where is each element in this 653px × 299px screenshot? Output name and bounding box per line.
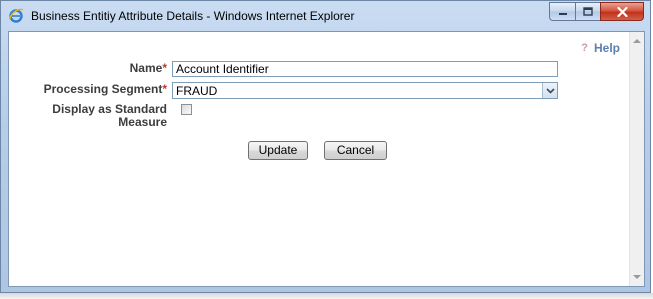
required-marker: *	[162, 82, 167, 96]
scroll-down-icon[interactable]	[633, 275, 641, 279]
name-input[interactable]	[172, 61, 558, 77]
measure-label-line2: Measure	[118, 115, 167, 129]
internet-explorer-icon	[8, 8, 24, 23]
caption-buttons	[549, 2, 644, 22]
processing-segment-label-text: Processing Segment	[43, 82, 163, 96]
dropdown-button[interactable]	[542, 83, 557, 98]
scroll-up-icon[interactable]	[633, 39, 641, 43]
minimize-button[interactable]	[549, 2, 575, 21]
maximize-button[interactable]	[575, 2, 600, 21]
required-marker: *	[162, 61, 167, 75]
minimize-icon	[558, 12, 567, 15]
update-button[interactable]: Update	[248, 141, 308, 160]
cancel-button[interactable]: Cancel	[324, 141, 387, 160]
page-content: ? Help Name* Processing Segment* FRAUD D…	[8, 31, 645, 287]
question-icon: ?	[581, 42, 588, 54]
window-shadow	[0, 293, 653, 299]
processing-segment-label: Processing Segment*	[19, 83, 167, 96]
chevron-down-icon	[545, 87, 555, 94]
close-button[interactable]	[600, 2, 644, 21]
display-standard-measure-checkbox[interactable]	[181, 104, 192, 115]
vertical-scrollbar[interactable]	[629, 32, 644, 286]
window-title: Business Entitiy Attribute Details - Win…	[31, 9, 355, 23]
ie-popup-window: Business Entitiy Attribute Details - Win…	[0, 0, 651, 293]
processing-segment-select[interactable]: FRAUD	[172, 82, 558, 99]
display-standard-measure-label: Display as Standard Measure	[19, 103, 167, 129]
help-label: Help	[593, 41, 620, 55]
name-label-text: Name	[129, 61, 163, 75]
maximize-icon	[583, 7, 593, 16]
processing-segment-value: FRAUD	[176, 84, 218, 98]
title-bar[interactable]: Business Entitiy Attribute Details - Win…	[1, 1, 650, 31]
close-icon	[616, 6, 628, 17]
help-link[interactable]: ? Help	[581, 41, 620, 55]
name-label: Name*	[69, 62, 167, 75]
